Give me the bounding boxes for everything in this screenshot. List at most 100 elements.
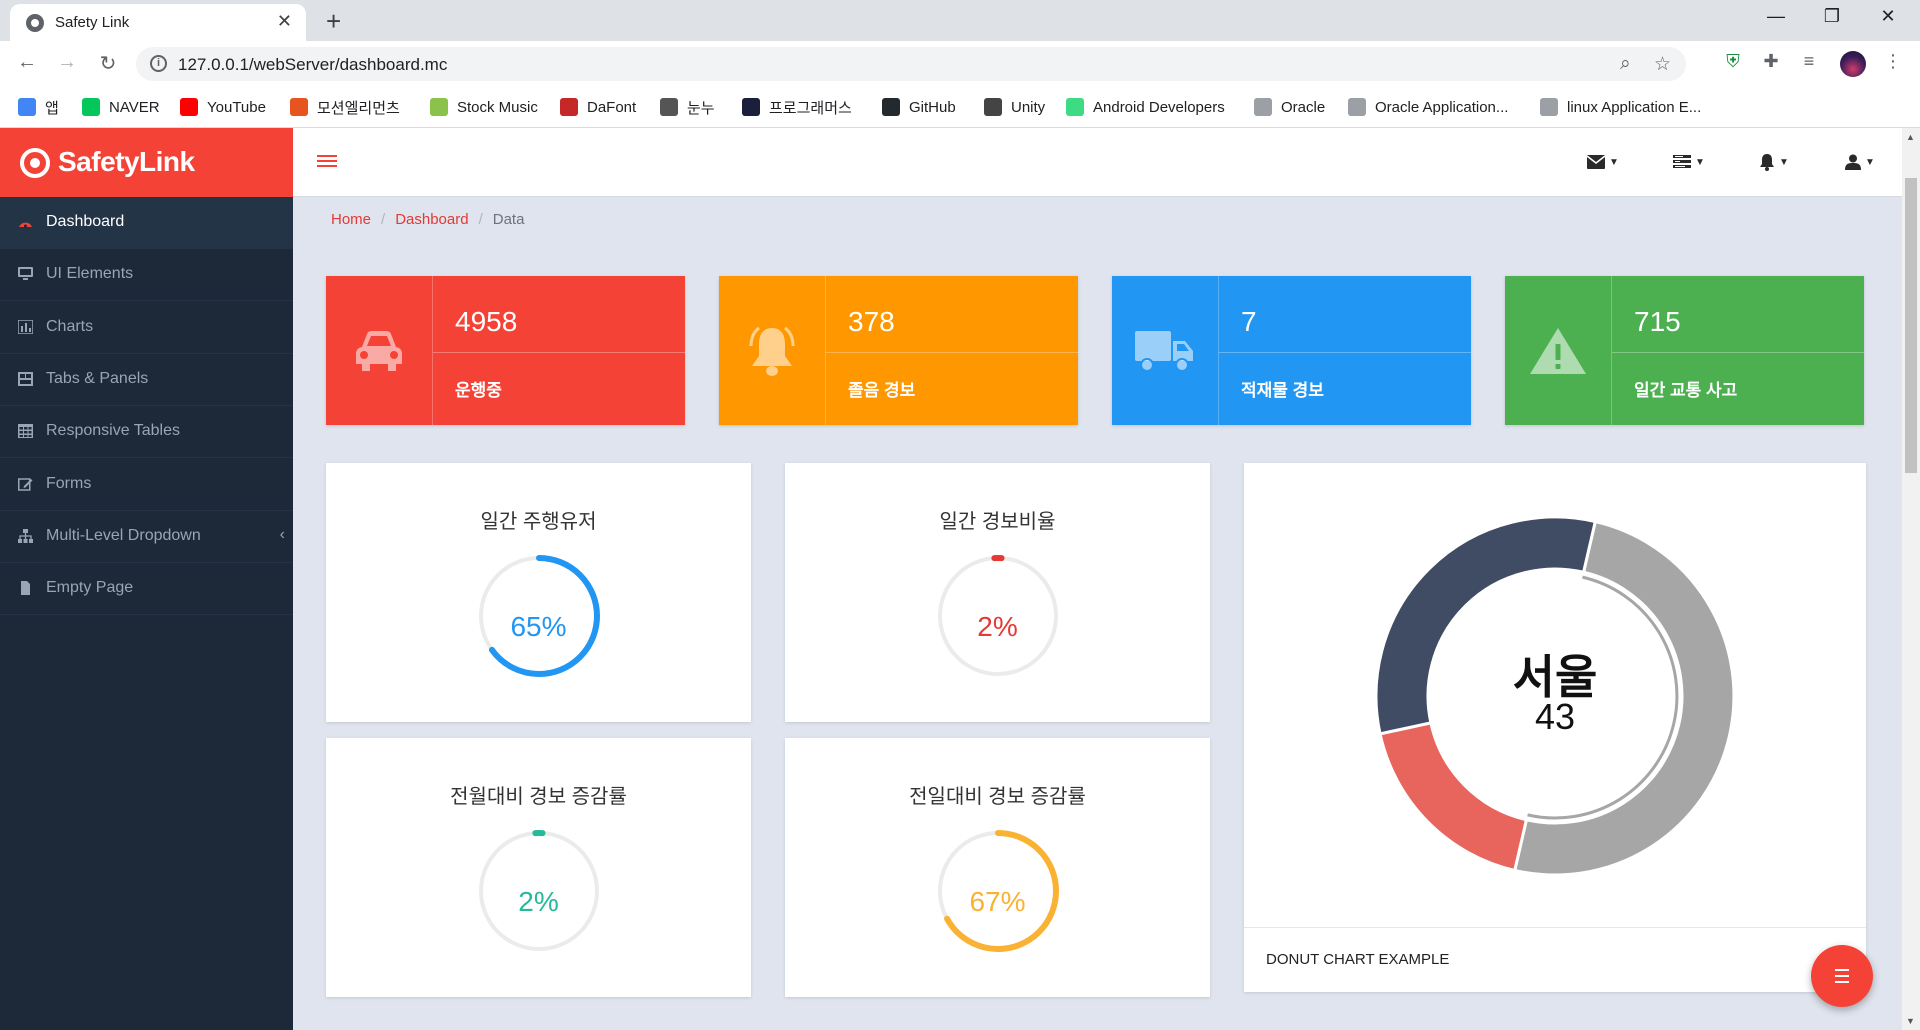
bookmark-item[interactable]: Unity bbox=[984, 95, 1045, 119]
stat-label: 졸음 경보 bbox=[848, 381, 916, 400]
divider bbox=[1219, 352, 1471, 353]
zoom-icon[interactable]: ⌕ bbox=[1620, 53, 1631, 75]
bookmark-label: Android Developers bbox=[1093, 98, 1225, 116]
breadcrumb-home[interactable]: Home bbox=[331, 211, 371, 228]
extensions-icon[interactable]: ✚ bbox=[1758, 51, 1784, 77]
bookmark-item[interactable]: Oracle bbox=[1254, 95, 1325, 119]
floating-menu-button[interactable] bbox=[1811, 945, 1873, 1007]
bookmark-favicon-icon bbox=[660, 98, 678, 116]
bookmark-label: linux Application E... bbox=[1567, 98, 1702, 116]
bookmark-label: 모션엘리먼츠 bbox=[317, 99, 400, 117]
brand-header[interactable]: SafetyLink bbox=[0, 128, 293, 197]
sidebar-item-forms[interactable]: Forms bbox=[0, 459, 293, 511]
bookmark-favicon-icon bbox=[742, 98, 760, 116]
bookmark-item[interactable]: linux Application E... bbox=[1540, 95, 1701, 119]
bookmark-item[interactable]: Stock Music bbox=[430, 95, 538, 119]
back-icon[interactable]: ← bbox=[13, 51, 41, 74]
stat-card[interactable]: 7 적재물 경보 bbox=[1112, 276, 1471, 425]
breadcrumb-separator: / bbox=[478, 211, 483, 228]
user-dropdown[interactable]: ▼ bbox=[1845, 152, 1875, 172]
file-icon bbox=[18, 581, 33, 596]
bookmark-item[interactable]: 앱 bbox=[18, 95, 59, 119]
tasks-icon bbox=[1673, 155, 1691, 168]
alerts-dropdown[interactable]: ▼ bbox=[1759, 152, 1789, 172]
close-window-icon[interactable]: ✕ bbox=[1868, 6, 1908, 27]
bookmark-item[interactable]: Android Developers bbox=[1066, 95, 1225, 119]
sidebar-item-tabs-panels[interactable]: Tabs & Panels bbox=[0, 354, 293, 406]
scroll-down-icon[interactable]: ▼ bbox=[1906, 1016, 1915, 1026]
page-scrollbar[interactable]: ▲ ▼ bbox=[1902, 128, 1920, 1030]
menu-toggle-icon[interactable] bbox=[317, 155, 337, 169]
bookmark-label: 눈누 bbox=[687, 99, 715, 117]
gauge-value: 2% bbox=[977, 611, 1018, 642]
stat-card[interactable]: 4958 운행중 bbox=[326, 276, 685, 425]
sidebar-item-multi-level-dropdown[interactable]: Multi-Level Dropdown ‹ bbox=[0, 511, 293, 563]
bookmark-item[interactable]: 눈누 bbox=[660, 95, 715, 119]
bell-icon bbox=[719, 276, 826, 425]
envelope-dropdown[interactable]: ▼ bbox=[1587, 152, 1619, 172]
info-icon[interactable]: i bbox=[150, 55, 167, 72]
bookmark-star-icon[interactable]: ☆ bbox=[1654, 53, 1671, 76]
sidebar-item-empty-page[interactable]: Empty Page bbox=[0, 563, 293, 616]
bookmark-favicon-icon bbox=[984, 98, 1002, 116]
browser-chrome: Safety Link ✕ + — ❐ ✕ ← → ↻ i 127.0.0.1/… bbox=[0, 0, 1920, 128]
tasks-dropdown[interactable]: ▼ bbox=[1673, 152, 1705, 172]
bookmark-favicon-icon bbox=[1540, 98, 1558, 116]
bookmark-favicon-icon bbox=[560, 98, 578, 116]
menu-dots-icon[interactable]: ⋮ bbox=[1880, 51, 1906, 77]
bookmark-item[interactable]: 모션엘리먼츠 bbox=[290, 95, 400, 119]
restore-icon[interactable]: ❐ bbox=[1812, 6, 1852, 27]
breadcrumb-separator: / bbox=[381, 211, 386, 228]
bookmark-item[interactable]: Oracle Application... bbox=[1348, 95, 1508, 119]
sidebar-item-charts[interactable]: Charts bbox=[0, 302, 293, 354]
bookmark-item[interactable]: YouTube bbox=[180, 95, 266, 119]
stat-card[interactable]: 715 일간 교통 사고 bbox=[1505, 276, 1864, 425]
gauge-card: 일간 주행유저 65% bbox=[326, 463, 751, 722]
shield-extension-icon[interactable]: ⛨ bbox=[1720, 51, 1746, 77]
bookmark-item[interactable]: NAVER bbox=[82, 95, 160, 119]
browser-tab[interactable]: Safety Link ✕ bbox=[10, 4, 306, 41]
donut-slice[interactable] bbox=[1378, 721, 1529, 873]
gauge-value: 67% bbox=[969, 886, 1026, 917]
bookmark-item[interactable]: 프로그래머스 bbox=[742, 95, 852, 119]
bookmark-label: 앱 bbox=[45, 99, 59, 117]
dashboard-icon bbox=[18, 215, 33, 229]
donut-footer-label: DONUT CHART EXAMPLE bbox=[1266, 951, 1450, 968]
url-text: 127.0.0.1/webServer/dashboard.mc bbox=[178, 55, 448, 74]
sidebar-item-ui-elements[interactable]: UI Elements bbox=[0, 249, 293, 302]
chevron-left-icon: ‹ bbox=[279, 525, 285, 543]
scroll-up-icon[interactable]: ▲ bbox=[1906, 132, 1915, 142]
reload-icon[interactable]: ↻ bbox=[94, 51, 122, 76]
address-bar[interactable]: i 127.0.0.1/webServer/dashboard.mc ⌕ ☆ bbox=[136, 47, 1686, 81]
stat-label: 일간 교통 사고 bbox=[1634, 381, 1738, 400]
profile-avatar[interactable] bbox=[1840, 51, 1866, 77]
bookmark-label: Stock Music bbox=[457, 98, 538, 116]
gauge-title: 일간 주행유저 bbox=[480, 511, 597, 533]
sidebar-item-dashboard[interactable]: Dashboard bbox=[0, 197, 293, 249]
gauge-card: 전월대비 경보 증감률 2% bbox=[326, 738, 751, 997]
new-tab-icon[interactable]: + bbox=[326, 6, 341, 37]
sidebar-item-label: Forms bbox=[46, 474, 92, 492]
bar-chart-icon bbox=[17, 318, 34, 335]
breadcrumb-current: Data bbox=[492, 211, 525, 228]
bookmark-label: 프로그래머스 bbox=[769, 99, 852, 117]
gauge-title: 전월대비 경보 증감률 bbox=[450, 786, 627, 808]
close-tab-icon[interactable]: ✕ bbox=[277, 11, 292, 32]
tab-title: Safety Link bbox=[55, 14, 130, 31]
scrollbar-thumb[interactable] bbox=[1905, 178, 1917, 473]
sidebar-item-responsive-tables[interactable]: Responsive Tables bbox=[0, 406, 293, 459]
stat-value: 7 bbox=[1241, 306, 1257, 337]
forward-icon[interactable]: → bbox=[53, 51, 81, 74]
breadcrumb-dashboard[interactable]: Dashboard bbox=[395, 211, 468, 228]
bookmark-item[interactable]: GitHub bbox=[882, 95, 956, 119]
caret-icon: ▼ bbox=[1695, 156, 1705, 168]
media-icon[interactable]: ≡ bbox=[1796, 51, 1822, 77]
bookmark-favicon-icon bbox=[180, 98, 198, 116]
caret-icon: ▼ bbox=[1865, 156, 1875, 168]
bookmark-label: GitHub bbox=[909, 98, 956, 116]
minimize-icon[interactable]: — bbox=[1756, 6, 1796, 27]
bell-icon bbox=[1760, 153, 1774, 171]
bookmark-item[interactable]: DaFont bbox=[560, 95, 636, 119]
panels-icon bbox=[18, 371, 33, 386]
stat-card[interactable]: 378 졸음 경보 bbox=[719, 276, 1078, 425]
